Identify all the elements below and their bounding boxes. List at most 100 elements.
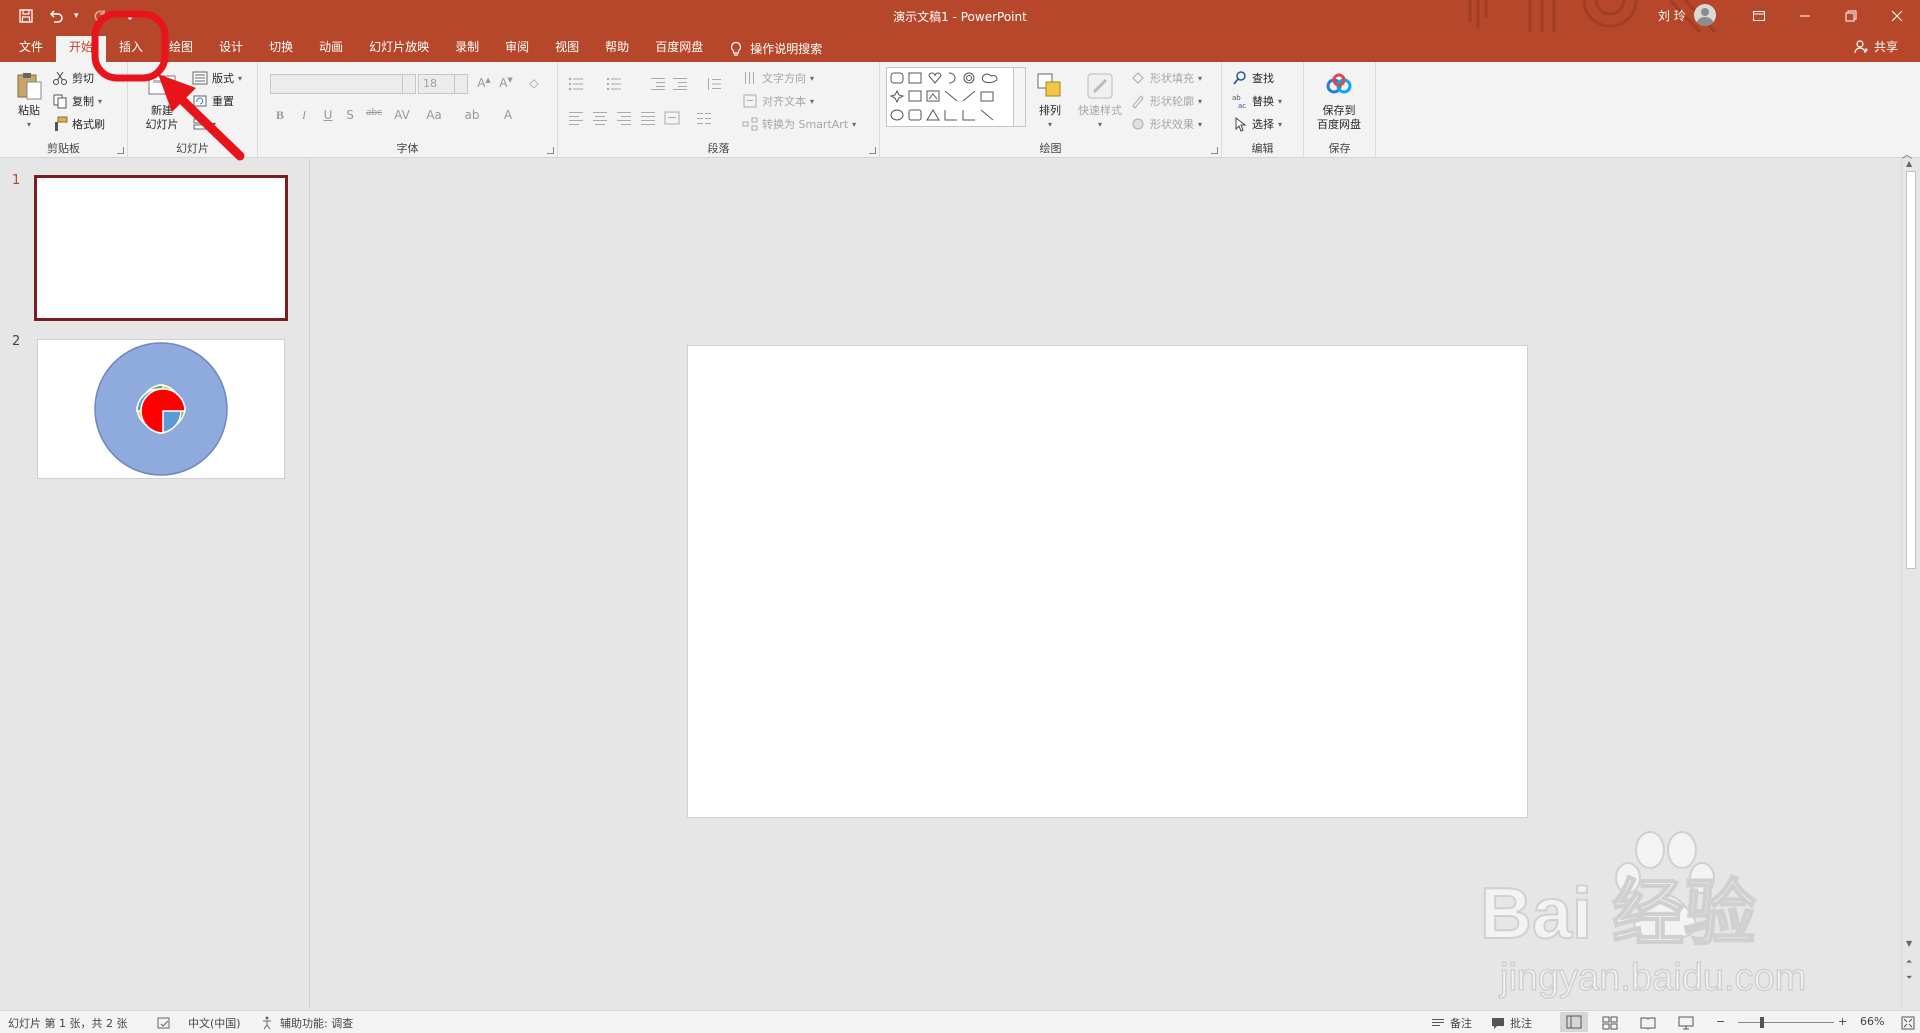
justify-icon[interactable] xyxy=(640,110,656,126)
font-name-combobox[interactable] xyxy=(270,74,416,94)
shape-effects-button[interactable]: 形状效果 ▾ xyxy=(1130,116,1202,132)
clipboard-launcher-icon[interactable] xyxy=(117,147,124,154)
next-slide-icon[interactable]: ⏷ xyxy=(1906,973,1912,983)
new-slide-button[interactable]: 新建 幻灯片 xyxy=(134,70,190,132)
convert-smartart-button[interactable]: 转换为 SmartArt ▾ xyxy=(742,116,856,132)
font-color-icon[interactable]: A xyxy=(500,108,516,122)
shrink-font-icon[interactable]: A▼ xyxy=(498,76,514,90)
user-account[interactable]: 刘 玲 xyxy=(1658,4,1716,26)
italic-icon[interactable]: I xyxy=(296,108,312,123)
change-case-icon[interactable]: Aa xyxy=(426,108,442,122)
zoom-in-button[interactable]: + xyxy=(1838,1015,1847,1028)
slide-sorter-button[interactable] xyxy=(1602,1015,1618,1031)
comments-button[interactable]: 批注 xyxy=(1490,1015,1532,1031)
paste-button[interactable]: 粘贴 ▾ xyxy=(8,70,50,132)
tab-help[interactable]: 帮助 xyxy=(592,36,642,62)
shape-outline-button[interactable]: 形状轮廓 ▾ xyxy=(1130,93,1202,109)
line-spacing-icon[interactable] xyxy=(706,76,722,92)
accessibility-checker[interactable]: 辅助功能: 调查 xyxy=(260,1015,353,1031)
cut-button[interactable]: 剪切 xyxy=(52,70,94,86)
align-left-icon[interactable] xyxy=(568,110,584,126)
ribbon-display-options-button[interactable] xyxy=(1736,0,1782,32)
tab-home[interactable]: 开始 xyxy=(56,36,107,62)
current-slide[interactable] xyxy=(687,345,1528,818)
align-right-icon[interactable] xyxy=(616,110,632,126)
text-direction-button[interactable]: 文字方向 ▾ xyxy=(742,70,814,86)
replace-button[interactable]: ab ac 替换 ▾ xyxy=(1232,93,1282,109)
close-button[interactable] xyxy=(1874,0,1920,32)
quick-styles-button[interactable]: 快速样式 ▾ xyxy=(1072,70,1128,132)
fit-to-window-button[interactable] xyxy=(1900,1015,1916,1031)
save-to-baidu-button[interactable]: 保存到 百度网盘 xyxy=(1308,70,1370,132)
distribute-icon[interactable] xyxy=(664,110,680,126)
tab-design[interactable]: 设计 xyxy=(206,36,256,62)
columns-icon[interactable] xyxy=(696,110,712,126)
bold-icon[interactable]: B xyxy=(272,108,288,123)
slideshow-button[interactable] xyxy=(1678,1015,1694,1031)
tab-animations[interactable]: 动画 xyxy=(306,36,356,62)
undo-dropdown-icon[interactable]: ▾ xyxy=(74,11,82,21)
scroll-down-icon[interactable]: ▼ xyxy=(1906,939,1912,948)
share-button[interactable]: 共享 xyxy=(1853,38,1898,55)
tab-slide-show[interactable]: 幻灯片放映 xyxy=(356,36,442,62)
layout-button[interactable]: 版式 ▾ xyxy=(192,70,242,86)
font-size-combobox[interactable]: 18 xyxy=(418,74,468,94)
find-button[interactable]: 查找 xyxy=(1232,70,1274,86)
zoom-level[interactable]: 66% xyxy=(1860,1015,1884,1028)
scroll-up-icon[interactable]: ▲ xyxy=(1906,159,1912,168)
zoom-slider-knob[interactable] xyxy=(1760,1017,1764,1028)
tab-record[interactable]: 录制 xyxy=(442,36,492,62)
tab-file[interactable]: 文件 xyxy=(6,36,56,62)
character-spacing-icon[interactable]: AV xyxy=(394,108,410,122)
scrollbar-thumb[interactable] xyxy=(1906,171,1916,569)
section-button[interactable]: ▾ xyxy=(192,116,216,132)
restore-button[interactable] xyxy=(1828,0,1874,32)
increase-indent-icon[interactable] xyxy=(672,76,688,92)
zoom-out-button[interactable]: − xyxy=(1716,1015,1725,1028)
clear-formatting-icon[interactable]: ◇ xyxy=(526,76,542,90)
previous-slide-icon[interactable]: ⏶ xyxy=(1906,957,1912,967)
grow-font-icon[interactable]: A▲ xyxy=(476,76,492,90)
tell-me-search[interactable]: 操作说明搜索 xyxy=(716,36,834,62)
undo-button[interactable] xyxy=(44,5,68,27)
normal-view-button[interactable] xyxy=(1560,1012,1588,1032)
tab-draw[interactable]: 绘图 xyxy=(156,36,206,62)
tab-transitions[interactable]: 切换 xyxy=(256,36,306,62)
reading-view-button[interactable] xyxy=(1640,1015,1656,1031)
vertical-scrollbar[interactable]: ▲ ▼ ⏶ ⏷ xyxy=(1901,159,1920,1007)
bullets-icon[interactable] xyxy=(568,76,584,92)
numbering-icon[interactable] xyxy=(606,76,622,92)
shape-fill-button[interactable]: 形状填充 ▾ xyxy=(1130,70,1202,86)
save-button[interactable] xyxy=(14,5,38,27)
arrange-button[interactable]: 排列 ▾ xyxy=(1032,70,1068,132)
decrease-indent-icon[interactable] xyxy=(650,76,666,92)
language-indicator[interactable]: 中文(中国) xyxy=(188,1015,241,1031)
zoom-slider-track[interactable] xyxy=(1738,1022,1834,1023)
strikethrough-icon[interactable]: abc xyxy=(366,108,382,118)
slide-thumbnail-2[interactable] xyxy=(37,339,285,479)
minimize-button[interactable] xyxy=(1782,0,1828,32)
paragraph-launcher-icon[interactable] xyxy=(869,147,876,154)
underline-icon[interactable]: U xyxy=(320,108,336,122)
align-center-icon[interactable] xyxy=(592,110,608,126)
customize-toolbar-button[interactable] xyxy=(118,5,142,27)
reset-button[interactable]: 重置 xyxy=(192,93,234,109)
tab-baidu-netdisk[interactable]: 百度网盘 xyxy=(642,36,716,62)
spell-check-icon[interactable] xyxy=(156,1015,172,1031)
font-launcher-icon[interactable] xyxy=(547,147,554,154)
redo-button[interactable] xyxy=(88,5,112,27)
copy-button[interactable]: 复制 ▾ xyxy=(52,93,102,109)
highlight-icon[interactable]: ab xyxy=(464,108,480,122)
format-painter-button[interactable]: 格式刷 xyxy=(52,116,105,132)
slide-thumbnail-1[interactable] xyxy=(34,175,288,321)
tab-insert[interactable]: 插入 xyxy=(106,36,156,62)
shapes-gallery-scroll[interactable] xyxy=(1013,68,1025,126)
select-button[interactable]: 选择 ▾ xyxy=(1232,116,1282,132)
text-shadow-icon[interactable]: S xyxy=(342,108,358,122)
tab-review[interactable]: 审阅 xyxy=(492,36,542,62)
notes-button[interactable]: 备注 xyxy=(1430,1015,1472,1031)
drawing-launcher-icon[interactable] xyxy=(1211,147,1218,154)
shapes-gallery[interactable] xyxy=(886,67,1026,127)
tab-view[interactable]: 视图 xyxy=(542,36,592,62)
align-text-button[interactable]: 对齐文本 ▾ xyxy=(742,93,814,109)
